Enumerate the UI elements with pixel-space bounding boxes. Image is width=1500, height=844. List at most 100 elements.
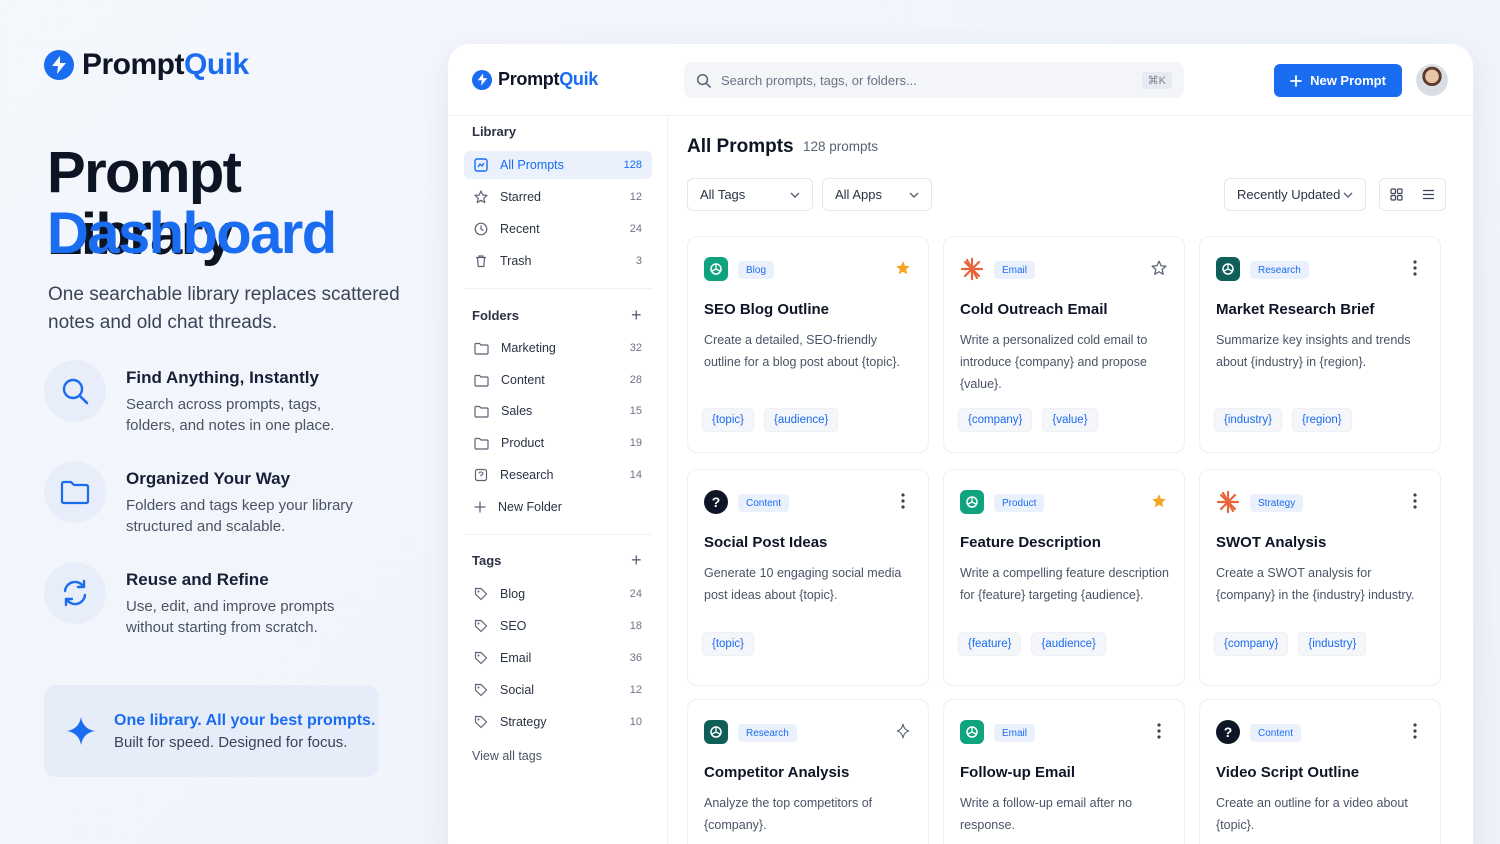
more-icon[interactable]: [1406, 492, 1424, 510]
sidebar-item-count: 3: [635, 255, 642, 267]
prompt-card[interactable]: Blog SEO Blog Outline Create a detailed, S…: [687, 236, 929, 453]
prompt-card[interactable]: Product Feature Description Write a compel…: [943, 469, 1185, 686]
sparkle-icon: [67, 717, 95, 745]
add-folder-button[interactable]: +: [631, 306, 642, 324]
sidebar-item-label: SEO: [500, 619, 527, 633]
card-tag[interactable]: Product: [994, 494, 1045, 512]
feature-desc: Search across prompts, tags, folders, an…: [126, 396, 335, 434]
sidebar-item-count: 10: [629, 716, 642, 728]
sidebar-item-starred[interactable]: Starred 12: [464, 183, 652, 211]
variable-chip[interactable]: {company}: [958, 408, 1033, 432]
add-tag-button[interactable]: +: [631, 551, 642, 569]
clock-icon: [474, 222, 488, 236]
new-folder-button[interactable]: New Folder: [464, 493, 652, 521]
sidebar-item-count: 128: [623, 159, 642, 171]
card-variables: {topic} {audience}: [702, 408, 839, 432]
divider: [464, 534, 652, 535]
view-all-tags-link[interactable]: View all tags: [472, 749, 542, 763]
sidebar-item-sales[interactable]: Sales 15: [464, 397, 652, 425]
prompt-card[interactable]: Email Cold Outreach Email Write a personal…: [943, 236, 1185, 453]
variable-chip[interactable]: {topic}: [702, 632, 754, 656]
sidebar-item-tag-social[interactable]: Social 12: [464, 676, 652, 704]
card-tag[interactable]: Content: [738, 494, 790, 512]
question-icon: ?: [1216, 720, 1240, 744]
star-filled-icon[interactable]: [894, 259, 912, 277]
variable-chip[interactable]: {audience}: [1031, 632, 1106, 656]
tags-filter-dropdown[interactable]: All Tags: [687, 178, 813, 211]
grid-view-button[interactable]: [1380, 179, 1413, 210]
variable-chip[interactable]: {region}: [1291, 408, 1352, 432]
star-filled-icon[interactable]: [1150, 492, 1168, 510]
variable-chip[interactable]: {value}: [1042, 408, 1098, 432]
card-tag[interactable]: Content: [1250, 724, 1302, 742]
prompt-card[interactable]: Strategy SWOT Analysis Create a SWOT analy…: [1199, 469, 1441, 686]
sidebar-item-research[interactable]: Research 14: [464, 461, 652, 489]
more-icon[interactable]: [1406, 259, 1424, 277]
sidebar-item-count: 12: [629, 684, 642, 696]
sidebar-item-tag-blog[interactable]: Blog 24: [464, 580, 652, 608]
sidebar-item-product[interactable]: Product 19: [464, 429, 652, 457]
sidebar-item-recent[interactable]: Recent 24: [464, 215, 652, 243]
prompt-card[interactable]: Email Follow-up Email Write a follow-up em…: [943, 699, 1185, 844]
sidebar-item-marketing[interactable]: Marketing 32: [464, 334, 652, 362]
card-description: Summarize key insights and trends about …: [1216, 333, 1411, 369]
variable-chip[interactable]: {audience}: [763, 408, 839, 432]
user-avatar[interactable]: [1416, 64, 1448, 96]
card-tag[interactable]: Research: [1250, 261, 1309, 279]
card-tag[interactable]: Email: [994, 724, 1036, 742]
card-description: Write a compelling feature description f…: [960, 566, 1169, 602]
search-bar[interactable]: ⌘K: [684, 62, 1184, 98]
prompt-card[interactable]: Research Competitor Analysis Analyze the t…: [687, 699, 929, 844]
card-tag[interactable]: Blog: [738, 261, 775, 279]
new-prompt-label: New Prompt: [1310, 73, 1386, 88]
sort-dropdown[interactable]: Recently Updated: [1224, 178, 1366, 211]
prompt-card[interactable]: Research Market Research Brief Summarize k…: [1199, 236, 1441, 453]
more-icon[interactable]: [1406, 722, 1424, 740]
prompt-card[interactable]: ? Content Video Script Outline Create an ou…: [1199, 699, 1441, 844]
card-tag[interactable]: Email: [994, 261, 1036, 279]
variable-chip[interactable]: {company}: [1214, 632, 1289, 656]
app-brand-name: PromptQuik: [498, 69, 599, 89]
prompt-card[interactable]: ? Content Social Post Ideas Generate 10 eng…: [687, 469, 929, 686]
grid-icon: [1390, 188, 1403, 201]
sidebar-item-tag-email[interactable]: Email 36: [464, 644, 652, 672]
sidebar-item-label: Strategy: [500, 715, 547, 729]
card-variables: {topic}: [702, 632, 754, 656]
hero-title-accent: Dashboard: [47, 201, 337, 266]
star-icon[interactable]: [1150, 259, 1168, 277]
folder-icon: [474, 342, 489, 355]
card-title: Competitor Analysis: [704, 764, 850, 781]
sidebar-item-label: Social: [500, 683, 535, 697]
sidebar-item-content[interactable]: Content 28: [464, 366, 652, 394]
chevron-down-icon: [1343, 192, 1353, 198]
tag-icon: [474, 619, 488, 633]
card-title: Cold Outreach Email: [960, 301, 1108, 318]
variable-chip[interactable]: {industry}: [1214, 408, 1282, 432]
sidebar-item-all-prompts[interactable]: All Prompts 128: [464, 151, 652, 179]
sidebar-item-trash[interactable]: Trash 3: [464, 247, 652, 275]
sidebar-item-label: Blog: [500, 587, 526, 601]
card-title: Feature Description: [960, 534, 1101, 551]
card-description: Write a follow-up email after no respons…: [960, 796, 1133, 832]
card-tag[interactable]: Strategy: [1250, 494, 1304, 512]
apps-filter-dropdown[interactable]: All Apps: [822, 178, 932, 211]
card-tag[interactable]: Research: [738, 724, 797, 742]
feature-organize: Organized Your Way Folders and tags keep…: [44, 461, 366, 537]
card-title: Social Post Ideas: [704, 534, 828, 551]
sidebar-item-tag-strategy[interactable]: Strategy 10: [464, 708, 652, 736]
variable-chip[interactable]: {topic}: [702, 408, 754, 432]
list-view-button[interactable]: [1413, 179, 1446, 210]
new-prompt-button[interactable]: New Prompt: [1274, 64, 1402, 97]
app-logo[interactable]: PromptQuik: [472, 69, 598, 90]
variable-chip[interactable]: {industry}: [1298, 632, 1367, 656]
more-icon[interactable]: [894, 492, 912, 510]
search-input[interactable]: [721, 72, 1142, 88]
tags-heading: Tags: [472, 553, 502, 568]
sparkle-icon[interactable]: [894, 722, 912, 740]
sidebar-item-label: Marketing: [501, 341, 556, 355]
refresh-icon: [44, 562, 106, 624]
variable-chip[interactable]: {feature}: [958, 632, 1022, 656]
more-icon[interactable]: [1150, 722, 1168, 740]
card-description: Write a personalized cold email to intro…: [960, 333, 1148, 391]
sidebar-item-tag-seo[interactable]: SEO 18: [464, 612, 652, 640]
